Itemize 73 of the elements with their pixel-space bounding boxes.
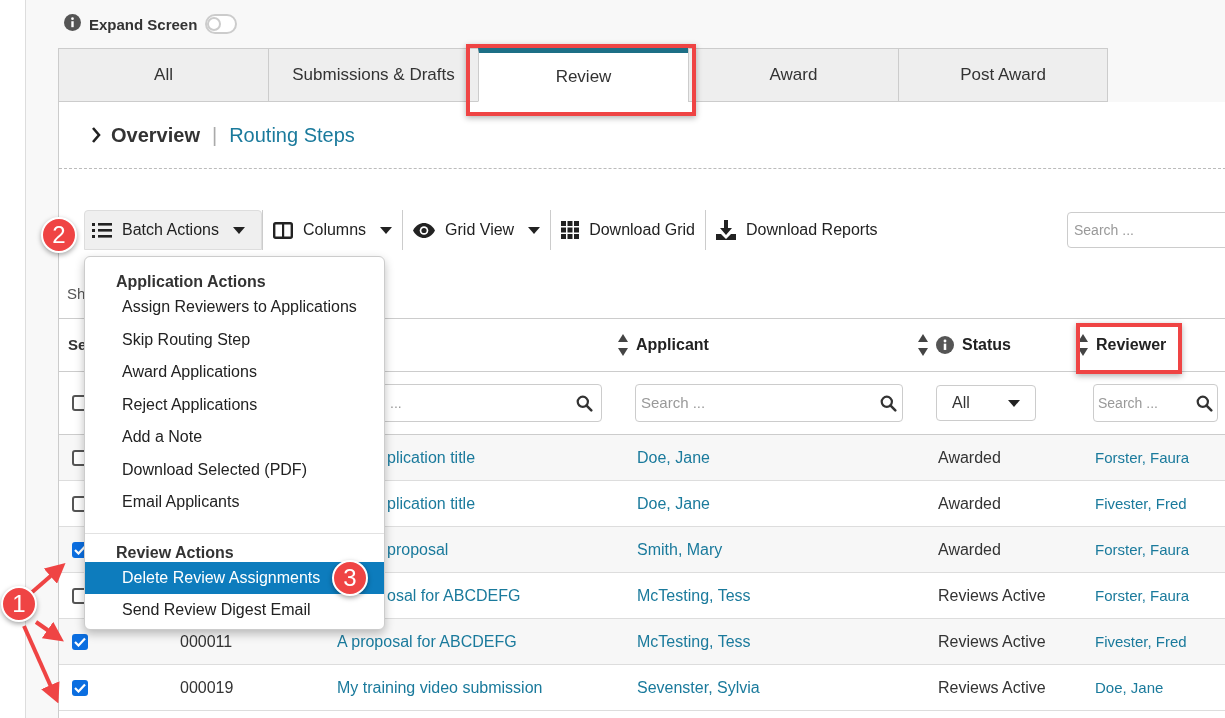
checkbox[interactable] <box>72 679 88 696</box>
menu-item[interactable]: Send Review Digest Email <box>85 594 384 627</box>
menu-item[interactable]: Download Selected (PDF) <box>85 453 384 486</box>
title-link[interactable]: osal for ABCDEFG <box>387 586 521 604</box>
status-cell: Reviews Active <box>938 586 1046 604</box>
column-header[interactable]: Reviewer <box>1096 333 1167 357</box>
eye-icon <box>413 222 436 238</box>
reviewer-link[interactable]: Forster, Faura <box>1095 540 1190 558</box>
caret-icon <box>1008 399 1020 407</box>
grid-icon <box>561 221 580 239</box>
title-link[interactable]: proposal <box>387 540 449 558</box>
applicant-filter-field[interactable]: Search ... <box>635 384 903 422</box>
column-header[interactable]: Applicant <box>636 333 709 357</box>
search-icon <box>1196 394 1213 412</box>
tab[interactable]: Post Award <box>898 48 1108 102</box>
status-cell: Awarded <box>938 494 1001 512</box>
showing-text: Sh <box>67 283 86 304</box>
routing-steps-link[interactable]: Routing Steps <box>229 120 355 150</box>
tab[interactable]: Review <box>478 48 688 102</box>
reviewer-link[interactable]: Forster, Faura <box>1095 448 1190 466</box>
reviewer-link[interactable]: Doe, Jane <box>1095 678 1164 696</box>
info-icon <box>64 14 81 31</box>
status-cell: Reviews Active <box>938 678 1046 696</box>
title-link[interactable]: My training video submission <box>337 678 543 696</box>
search-icon <box>880 394 897 412</box>
menu-item[interactable]: Add a Note <box>85 421 384 454</box>
menu-item[interactable]: Email Applicants <box>85 486 384 519</box>
menu-item[interactable]: Assign Reviewers to Applications <box>85 291 384 324</box>
applicant-link[interactable]: McTesting, Tess <box>637 632 751 650</box>
title-link[interactable]: plication title <box>387 448 476 466</box>
tab[interactable]: Award <box>688 48 898 102</box>
reviewer-filter-field[interactable]: Search ... <box>1093 384 1218 422</box>
column-header[interactable]: Status <box>962 333 1011 357</box>
applicant-link[interactable]: McTesting, Tess <box>637 586 751 604</box>
menu-section-title: Review Actions <box>115 543 235 562</box>
list-icon <box>92 222 112 238</box>
search-icon <box>576 394 593 412</box>
reviewer-link[interactable]: Forster, Faura <box>1095 586 1190 604</box>
status-filter-select[interactable]: All <box>936 385 1036 421</box>
columns-icon <box>272 221 293 239</box>
applicant-link[interactable]: Smith, Mary <box>637 540 723 558</box>
toolbar-button[interactable]: Grid View <box>403 210 551 250</box>
sort-icon[interactable] <box>1078 334 1088 356</box>
applicant-link[interactable]: Sevenster, Sylvia <box>637 678 760 696</box>
status-cell: Reviews Active <box>938 632 1046 650</box>
status-cell: Awarded <box>938 448 1001 466</box>
menu-item[interactable]: Skip Routing Step <box>85 323 384 356</box>
tab[interactable]: Submissions & Drafts <box>268 48 478 102</box>
menu-section-title: Application Actions <box>115 273 267 291</box>
toolbar-button[interactable]: Download Reports <box>706 210 888 250</box>
chevron-icon <box>91 127 101 143</box>
applicant-link[interactable]: Doe, Jane <box>637 448 710 466</box>
applicant-link[interactable]: Doe, Jane <box>637 494 710 512</box>
tab[interactable]: All <box>58 48 268 102</box>
search-field[interactable]: Search ... <box>1067 212 1225 248</box>
toolbar-button[interactable]: Columns <box>262 210 403 250</box>
separator: | <box>210 123 219 148</box>
expand-screen-toggle[interactable] <box>205 14 238 34</box>
toolbar-button[interactable]: Download Grid <box>551 210 705 250</box>
status-cell: Awarded <box>938 540 1001 558</box>
reviewer-link[interactable]: Fivester, Fred <box>1095 494 1187 512</box>
sort-icon[interactable] <box>618 334 628 356</box>
checkbox[interactable] <box>72 633 88 650</box>
download-icon <box>716 220 736 240</box>
id-cell: 000019 <box>180 678 234 696</box>
reviewer-link[interactable]: Fivester, Fred <box>1095 632 1187 650</box>
expand-screen-label: Expand Screen <box>89 15 198 35</box>
id-cell: 000011 <box>180 632 233 650</box>
sort-icon[interactable] <box>918 334 928 356</box>
toolbar-button[interactable]: Batch Actions <box>84 210 262 250</box>
title-link[interactable]: plication title <box>387 494 476 512</box>
title-link[interactable]: A proposal for ABCDEFG <box>337 632 517 650</box>
overview-heading: Overview <box>111 123 200 148</box>
